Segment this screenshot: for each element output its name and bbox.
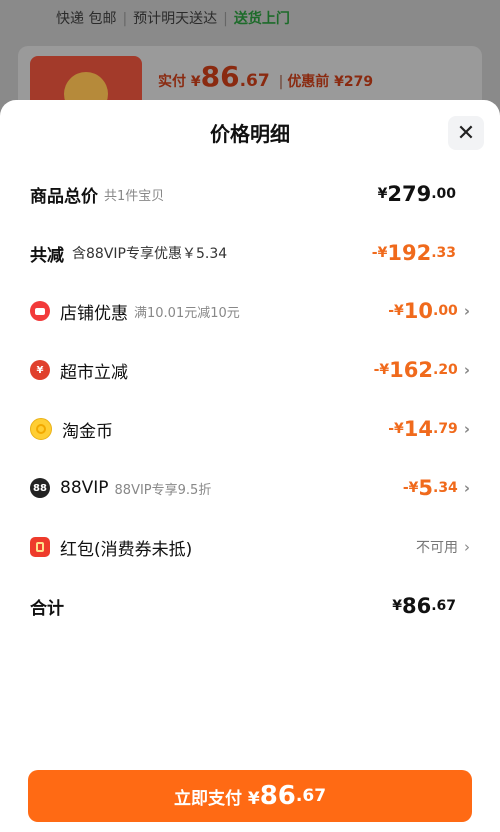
redpack-label: 红包(消费券未抵) (60, 539, 193, 560)
shop-discount-label: 店铺优惠 (60, 303, 128, 324)
redpack-status: 不可用 › (416, 538, 470, 556)
row-goods-total: 商品总价 共1件宝贝 ¥279.00 (30, 180, 470, 208)
pay-now-button[interactable]: 立即支付 ¥86.67 (28, 770, 472, 822)
sum-label: 合计 (30, 598, 64, 619)
row-market-reduce[interactable]: ¥ 超市立减 -¥ 162.20 › (30, 356, 470, 384)
pay-now-label: 立即支付 ¥ (173, 788, 260, 809)
goods-total-label: 商品总价 (30, 186, 98, 207)
product-paid-price: 实付 ¥86.67 | 优惠前 ¥279 (158, 60, 374, 93)
pay-amount-dec: .67 (295, 786, 327, 806)
product-before-price: 优惠前 ¥279 (287, 74, 374, 90)
shipping-eta: 预计明天送达 (133, 11, 218, 27)
chevron-right-icon: › (464, 538, 470, 556)
shipping-info: 快递 包邮 | 预计明天送达 | 送货上门 (56, 11, 290, 27)
shop-discount-rule: 满10.01元减10元 (134, 305, 240, 321)
shop-discount-price: -¥ 10.00 › (388, 299, 470, 323)
taojinbi-price: -¥ 14.79 › (388, 417, 470, 441)
price-detail-sheet: 价格明细 ✕ (0, 100, 500, 832)
shop-icon (30, 301, 50, 321)
shipping-door: 送货上门 (233, 11, 290, 27)
taojinbi-label: 淘金币 (62, 421, 113, 442)
shipping-express: 快递 包邮 (56, 11, 117, 27)
vip-price: -¥ 5.34 › (402, 476, 470, 500)
market-icon: ¥ (30, 360, 50, 380)
row-redpack[interactable]: 红包(消费券未抵) 不可用 › (30, 533, 470, 561)
coin-icon (30, 418, 52, 440)
chevron-right-icon: › (463, 361, 470, 379)
close-button[interactable]: ✕ (448, 116, 484, 150)
close-icon: ✕ (456, 120, 476, 146)
row-shop-discount[interactable]: 店铺优惠 满10.01元减10元 -¥ 10.00 › (30, 297, 470, 325)
market-reduce-label: 超市立减 (60, 362, 128, 383)
vip-rule: 88VIP专享9.5折 (114, 482, 212, 498)
row-sum: 合计 ¥86.67 (30, 592, 470, 620)
sum-price: ¥86.67 (392, 594, 456, 618)
row-total-reduce: 共减 含88VIP专享优惠￥5.34 -¥ 192.33 (30, 239, 470, 267)
total-reduce-label: 共减 (30, 245, 64, 266)
red-packet-icon (30, 537, 50, 557)
chevron-right-icon: › (463, 420, 470, 438)
sheet-title: 价格明细 (210, 122, 290, 146)
row-taojinbi[interactable]: 淘金币 -¥ 14.79 › (30, 415, 470, 443)
total-reduce-note: 含88VIP专享优惠￥5.34 (72, 246, 228, 262)
vip-label: 88VIP (60, 478, 109, 498)
goods-total-price: ¥279.00 (377, 182, 456, 206)
pay-amount-int: 86 (259, 781, 296, 811)
row-88vip[interactable]: 88 88VIP 88VIP专享9.5折 -¥ 5.34 › (30, 474, 470, 502)
total-reduce-price: -¥ 192.33 (371, 241, 456, 265)
chevron-right-icon: › (463, 479, 470, 497)
goods-total-count: 共1件宝贝 (104, 188, 165, 204)
chevron-right-icon: › (463, 302, 470, 320)
vip-88-icon: 88 (30, 478, 50, 498)
market-reduce-price: -¥ 162.20 › (373, 358, 470, 382)
